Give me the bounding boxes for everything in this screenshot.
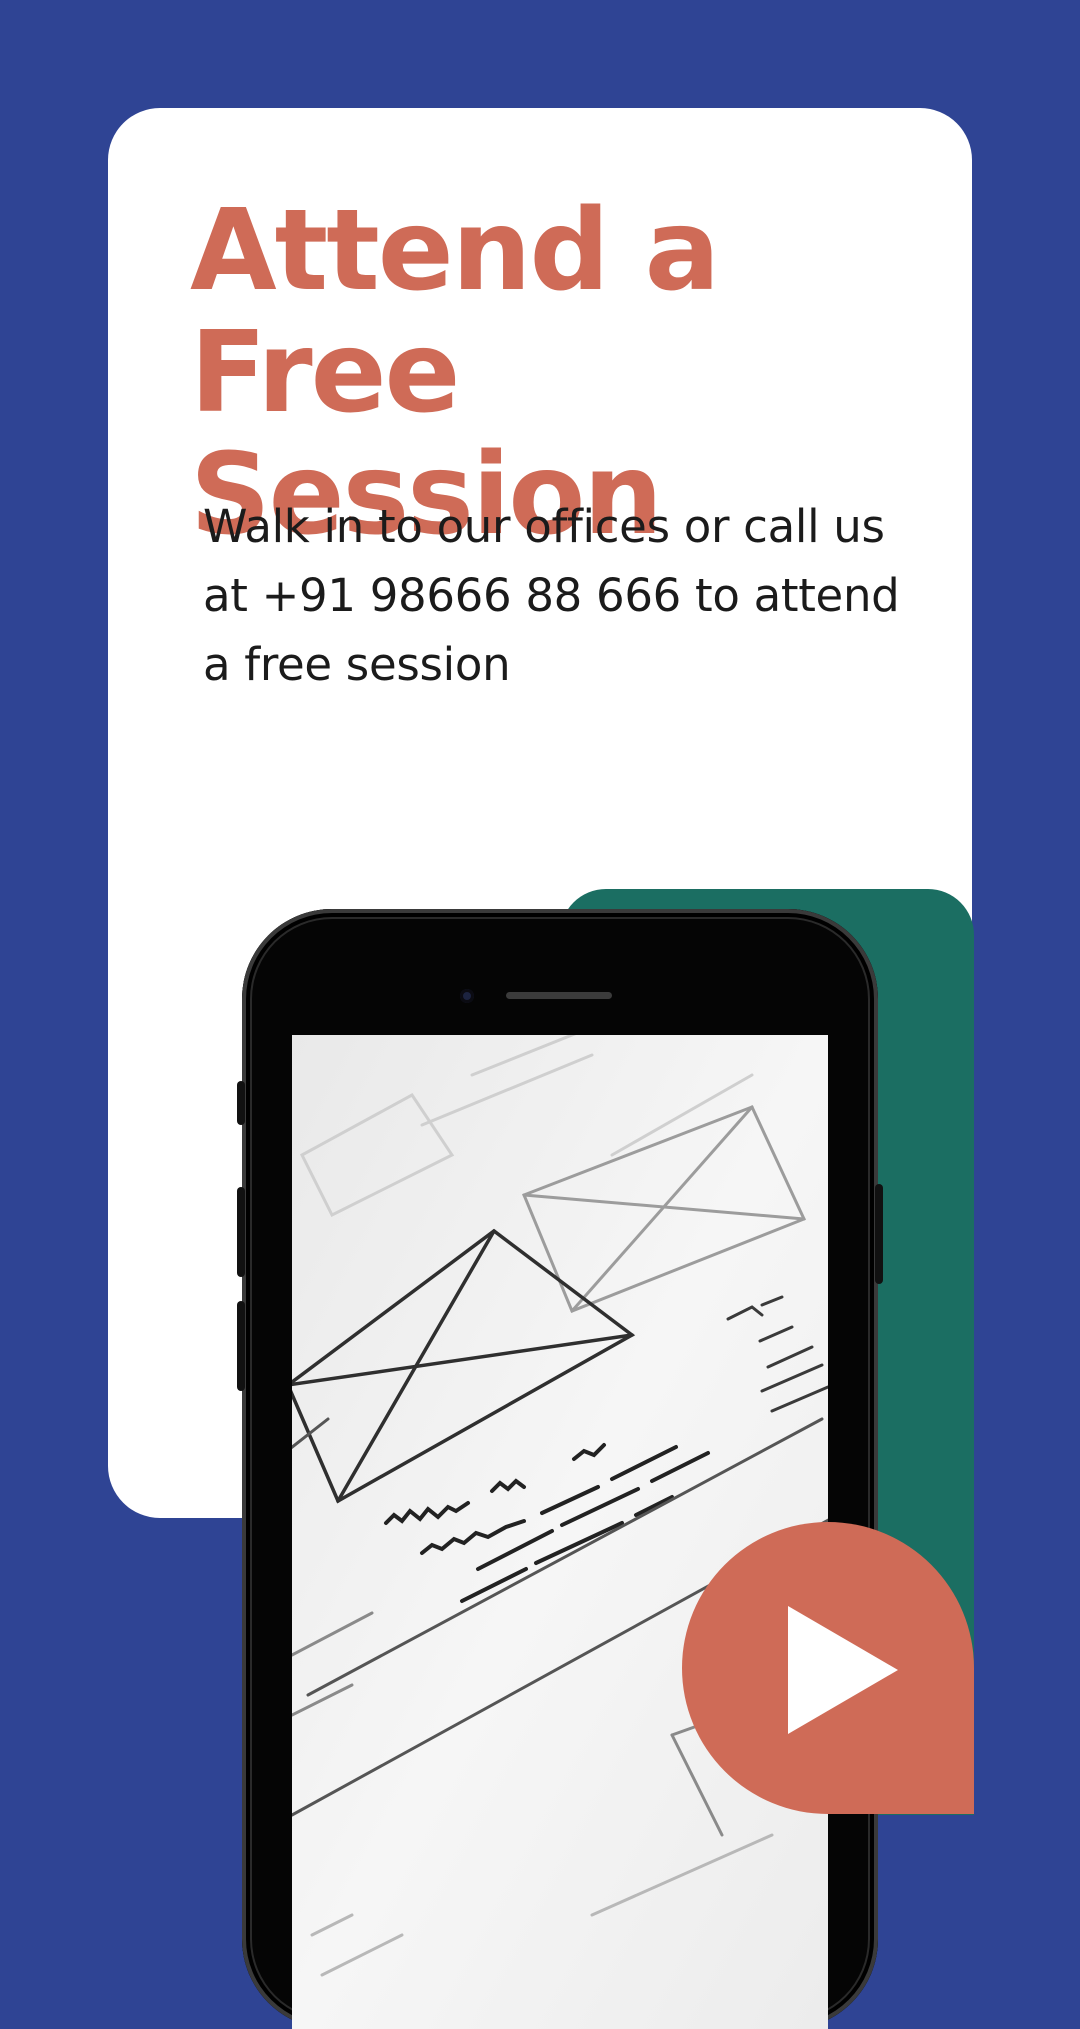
phone-mute-switch xyxy=(237,1081,245,1125)
description-text: Walk in to our offices or call us at +91… xyxy=(203,500,900,691)
wireframe-sketch-image xyxy=(292,1035,828,2029)
phone-volume-down-button xyxy=(237,1301,245,1391)
play-button[interactable] xyxy=(682,1522,974,1814)
phone-mockup xyxy=(237,909,883,2029)
headline-line-1: Attend a xyxy=(190,186,720,316)
phone-speaker xyxy=(506,992,612,999)
play-icon xyxy=(788,1606,898,1734)
phone-power-button xyxy=(875,1184,883,1284)
front-camera-icon xyxy=(460,989,474,1003)
phone-volume-up-button xyxy=(237,1187,245,1277)
phone-screen xyxy=(292,1035,828,2029)
